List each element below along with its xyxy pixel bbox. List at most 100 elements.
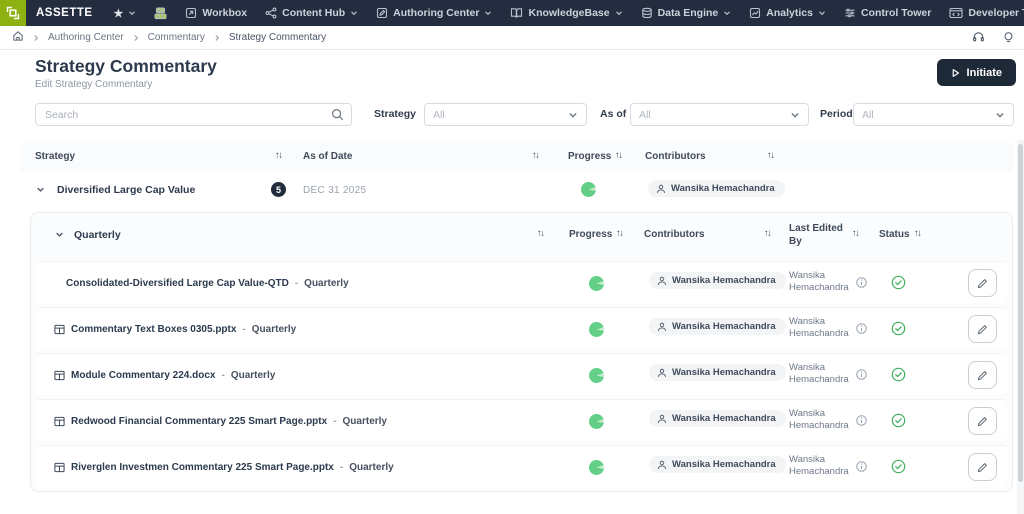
home-icon[interactable] — [12, 30, 24, 45]
person-icon — [657, 184, 665, 193]
info-icon[interactable] — [856, 415, 867, 426]
pencil-icon — [977, 370, 987, 380]
star-icon: ★ — [113, 7, 124, 20]
document-name[interactable]: Redwood Financial Commentary 225 Smart P… — [71, 416, 327, 427]
collapse-chevron-icon[interactable] — [55, 230, 64, 239]
vertical-scrollbar — [1017, 140, 1024, 514]
sort-asof-button[interactable]: ↑↓ — [532, 150, 540, 161]
column-header-contributors: Contributors — [644, 229, 705, 240]
smart-page-icon — [54, 370, 65, 380]
scrollbar-thumb[interactable] — [1018, 144, 1023, 482]
breadcrumb: Authoring Center Commentary Strategy Com… — [0, 26, 1024, 50]
data-engine-icon — [641, 7, 652, 19]
sort-progress-button[interactable]: ↑↓ — [615, 150, 623, 161]
contributor-chip: Wansika Hemachandra — [649, 272, 786, 289]
edit-button[interactable] — [968, 407, 997, 435]
chevron-down-icon — [350, 9, 358, 17]
nav-item-content-hub[interactable]: Content Hub — [256, 0, 367, 26]
info-icon[interactable] — [856, 461, 867, 472]
search-input[interactable] — [36, 104, 351, 125]
sort-strategy-button[interactable]: ↑↓ — [275, 150, 283, 161]
column-header-progress: Progress — [568, 151, 612, 162]
contributor-chip: Wansika Hemachandra — [649, 318, 786, 335]
period-filter-select[interactable]: All — [853, 103, 1014, 126]
nav-label: Developer Tools — [968, 7, 1024, 19]
sort-contributors-button[interactable]: ↑↓ — [767, 150, 775, 161]
sort-last-edited-button[interactable]: ↑↓ — [852, 228, 860, 239]
nav-item-data-engine[interactable]: Data Engine — [632, 0, 741, 26]
strategy-filter-select[interactable]: All — [424, 103, 587, 126]
document-name[interactable]: Commentary Text Boxes 0305.pptx — [71, 324, 236, 335]
assette-logo[interactable] — [0, 0, 26, 26]
edit-button[interactable] — [968, 315, 997, 343]
pencil-icon — [977, 278, 987, 288]
edit-button[interactable] — [968, 269, 997, 297]
column-header-asof-date: As of Date — [303, 151, 353, 162]
sort-contributors-button[interactable]: ↑↓ — [764, 228, 772, 239]
table-row: Riverglen Investmen Commentary 225 Smart… — [36, 445, 1007, 487]
chevron-right-icon — [213, 34, 221, 42]
developer-tools-icon — [949, 7, 963, 19]
collapse-chevron-icon[interactable] — [36, 185, 45, 194]
asof-filter-select[interactable]: All — [630, 103, 809, 126]
table-header: Strategy ↑↓ As of Date ↑↓ Progress ↑↓ Co… — [20, 141, 1013, 172]
nav-item-developer-tools[interactable]: Developer Tools — [940, 0, 1024, 26]
info-icon[interactable] — [856, 323, 867, 334]
favorites-menu[interactable]: ★ — [105, 0, 146, 26]
group-name[interactable]: Quarterly — [74, 229, 121, 241]
info-icon[interactable] — [856, 369, 867, 380]
sort-progress-button[interactable]: ↑↓ — [616, 228, 624, 239]
headset-icon[interactable] — [972, 30, 985, 46]
person-icon — [658, 276, 666, 285]
nav-item-analytics[interactable]: Analytics — [740, 0, 835, 26]
brand-name[interactable]: ASSETTE — [36, 7, 93, 19]
breadcrumb-strategy-commentary: Strategy Commentary — [228, 32, 327, 43]
contributor-name: Wansika Hemachandra — [672, 459, 776, 470]
pencil-icon — [977, 324, 987, 334]
control-tower-icon — [845, 8, 855, 18]
sort-name-button[interactable]: ↑↓ — [537, 228, 545, 239]
contributor-name: Wansika Hemachandra — [672, 275, 776, 286]
sort-status-button[interactable]: ↑↓ — [914, 228, 922, 239]
initiate-button[interactable]: Initiate — [936, 59, 1016, 86]
contributor-name: Wansika Hemachandra — [672, 367, 776, 378]
separator: - — [221, 369, 225, 381]
info-icon[interactable] — [856, 277, 867, 288]
separator: - — [294, 277, 299, 289]
pencil-icon — [977, 416, 987, 426]
smart-page-icon — [54, 324, 65, 334]
smart-page-icon — [54, 462, 65, 472]
separator: - — [339, 461, 344, 473]
person-icon — [658, 414, 666, 423]
document-name[interactable]: Consolidated-Diversified Large Cap Value… — [66, 278, 289, 289]
chevron-down-icon — [818, 9, 826, 17]
asof-filter-label: As of — [600, 108, 627, 120]
nav-item-workbox[interactable]: Workbox — [176, 0, 256, 26]
strategy-name[interactable]: Diversified Large Cap Value — [57, 184, 195, 196]
nav-item-control-tower[interactable]: Control Tower — [835, 0, 940, 26]
edit-button[interactable] — [968, 361, 997, 389]
assistant-bot-button[interactable] — [145, 0, 176, 26]
chevron-down-icon — [568, 110, 578, 120]
lightbulb-icon[interactable] — [1003, 31, 1014, 46]
page-title: Strategy Commentary — [35, 56, 217, 76]
breadcrumb-authoring-center[interactable]: Authoring Center — [48, 32, 124, 43]
document-name[interactable]: Riverglen Investmen Commentary 225 Smart… — [71, 462, 334, 473]
edit-button[interactable] — [968, 453, 997, 481]
document-name[interactable]: Module Commentary 224.docx — [71, 370, 215, 381]
robot-icon — [154, 7, 167, 19]
contributor-name: Wansika Hemachandra — [672, 321, 776, 332]
logo-brackets-icon — [6, 6, 20, 20]
table-row: Module Commentary 224.docx - Quarterly W… — [36, 353, 1007, 395]
chevron-right-icon — [132, 34, 140, 42]
status-check-icon — [891, 413, 906, 428]
column-header-contributors: Contributors — [645, 151, 706, 162]
status-check-icon — [891, 367, 906, 382]
nav-item-knowledgebase[interactable]: KnowledgeBase — [501, 0, 631, 26]
nav-label: Data Engine — [657, 7, 719, 19]
document-type: Quarterly — [251, 323, 297, 335]
chevron-down-icon — [615, 9, 623, 17]
pencil-icon — [977, 462, 987, 472]
breadcrumb-commentary[interactable]: Commentary — [148, 32, 205, 43]
nav-item-authoring-center[interactable]: Authoring Center — [367, 0, 501, 26]
